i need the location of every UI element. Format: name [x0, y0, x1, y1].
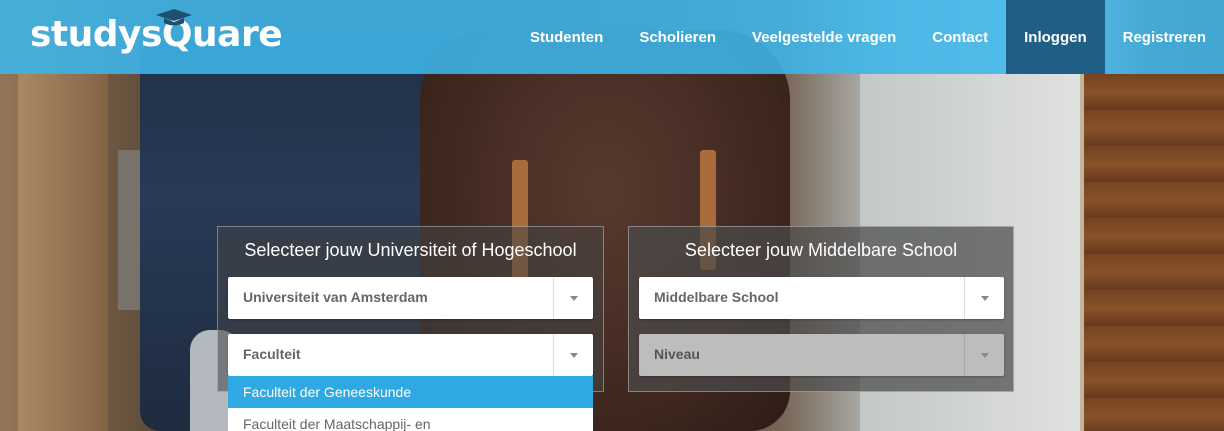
level-select-value: Niveau [654, 346, 700, 362]
chevron-down-icon [569, 295, 578, 301]
nav-item-studenten[interactable]: Studenten [512, 0, 621, 74]
chevron-down-icon [980, 352, 989, 358]
school-select-value: Middelbare School [654, 289, 779, 305]
graduation-cap-icon [156, 9, 192, 26]
school-panel-title: Selecteer jouw Middelbare School [684, 240, 958, 260]
faculty-dropdown-list: Faculteit der Geneeskunde Faculteit der … [228, 376, 593, 431]
institution-select-toggle[interactable] [553, 277, 593, 319]
nav-item-faq[interactable]: Veelgestelde vragen [734, 0, 914, 74]
university-panel: Selecteer jouw Universiteit of Hogeschoo… [217, 226, 604, 392]
university-panel-title: Selecteer jouw Universiteit of Hogeschoo… [244, 240, 577, 260]
nav-item-scholieren[interactable]: Scholieren [621, 0, 734, 74]
nav-item-register[interactable]: Registreren [1105, 0, 1224, 74]
faculty-option[interactable]: Faculteit der Geneeskunde [228, 376, 593, 408]
nav-item-login[interactable]: Inloggen [1006, 0, 1105, 74]
school-select-toggle[interactable] [964, 277, 1004, 319]
level-select[interactable]: Niveau [639, 334, 1004, 376]
nav-item-contact[interactable]: Contact [914, 0, 1006, 74]
chevron-down-icon [980, 295, 989, 301]
level-select-toggle[interactable] [964, 334, 1004, 376]
school-panel: Selecteer jouw Middelbare School Middelb… [628, 226, 1014, 392]
faculty-select-toggle[interactable] [553, 334, 593, 376]
chevron-down-icon [569, 352, 578, 358]
institution-select[interactable]: Universiteit van Amsterdam [228, 277, 593, 319]
studysquare-logo[interactable]: studysQuare [30, 9, 283, 60]
faculty-select-value: Faculteit [243, 346, 301, 362]
faculty-option[interactable]: Faculteit der Maatschappij- en [228, 408, 593, 431]
main-nav: Studenten Scholieren Veelgestelde vragen… [512, 0, 1224, 74]
faculty-select[interactable]: Faculteit [228, 334, 593, 376]
top-navbar: studysQuare Studenten Scholieren Veelges… [0, 0, 1224, 74]
school-select[interactable]: Middelbare School [639, 277, 1004, 319]
institution-select-value: Universiteit van Amsterdam [243, 289, 428, 305]
